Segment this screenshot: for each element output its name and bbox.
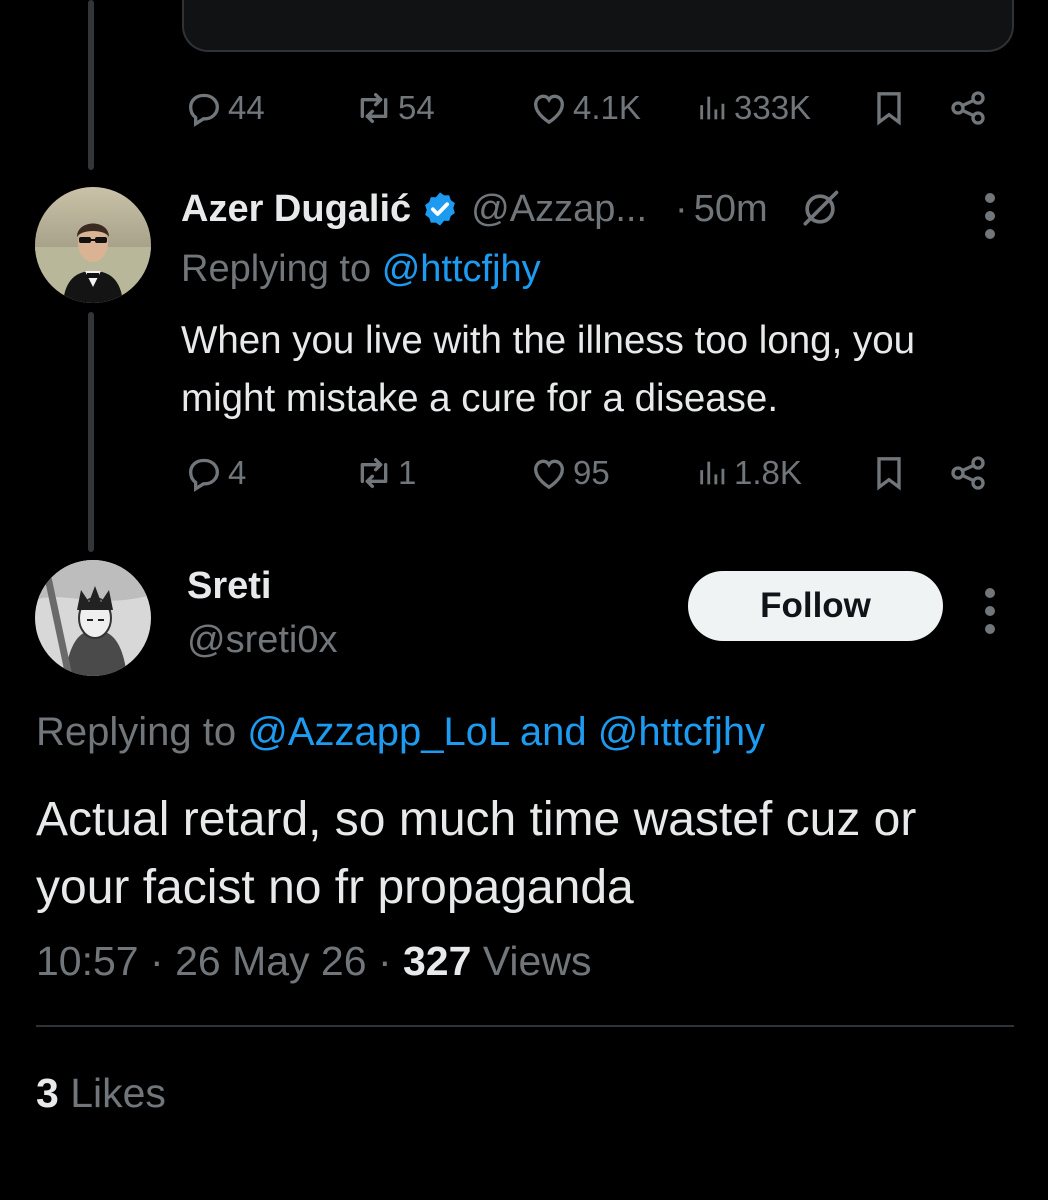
reply-button[interactable]: 44: [184, 85, 265, 131]
replying-to: Replying to @Azzapp_LoL and @httcfjhy: [36, 710, 765, 755]
reply-icon: [188, 458, 220, 492]
separator-dot: ·: [150, 938, 164, 984]
reply-button[interactable]: 4: [184, 450, 246, 496]
like-icon: [533, 94, 565, 125]
like-button[interactable]: 95: [529, 450, 610, 496]
repost-button[interactable]: 54: [354, 85, 435, 131]
like-count: 4.1K: [573, 89, 641, 126]
bookmark-button[interactable]: [869, 85, 909, 131]
share-button[interactable]: [948, 85, 988, 131]
author-handle[interactable]: @sreti0x: [187, 619, 338, 662]
views-count: 1.8K: [734, 454, 802, 491]
tweet-date[interactable]: 26 May 26: [175, 938, 366, 984]
repost-count: 54: [398, 89, 435, 126]
avatar-sreti-image: [35, 560, 151, 676]
follow-button[interactable]: Follow: [688, 571, 943, 641]
more-icon[interactable]: [984, 588, 996, 634]
avatar-sreti[interactable]: [35, 560, 151, 676]
views-icon: [700, 96, 725, 120]
share-icon: [951, 456, 985, 490]
quoted-tweet-card[interactable]: [182, 0, 1014, 52]
reply-count: 4: [228, 454, 247, 491]
views-button[interactable]: 1.8K: [696, 450, 802, 496]
mention-link[interactable]: @httcfjhy: [382, 248, 541, 290]
mention-and: and: [519, 710, 587, 754]
repost-icon: [360, 93, 388, 124]
replying-to: Replying to @httcfjhy: [181, 248, 541, 291]
reply-header: Azer Dugalić @Azzap... · 50m: [181, 182, 842, 236]
views-count: 327: [403, 938, 472, 984]
views-count: 333K: [734, 89, 812, 126]
bookmark-icon: [877, 92, 901, 126]
author-name[interactable]: Azer Dugalić: [181, 188, 411, 231]
reply-action-bar: 4 1 95 1.8K: [184, 450, 996, 496]
main-tweet-text: Actual retard, so much time wastef cuz o…: [36, 793, 917, 914]
like-count: 95: [573, 454, 610, 491]
author-name[interactable]: Sreti: [187, 565, 271, 608]
separator-dot: ·: [675, 187, 688, 230]
verified-badge-icon: [421, 190, 459, 228]
reply-count: 44: [228, 89, 265, 126]
views-icon: [700, 461, 725, 485]
share-icon: [951, 91, 985, 125]
avatar-azer-image: [35, 187, 151, 303]
bookmark-button[interactable]: [869, 450, 909, 496]
repost-icon: [360, 458, 388, 488]
replying-prefix: Replying to: [181, 248, 372, 290]
avatar-azer[interactable]: [35, 187, 151, 303]
parent-action-bar: 44 54 4.1K 333K: [184, 85, 996, 131]
divider: [36, 1025, 1014, 1027]
like-button[interactable]: 4.1K: [529, 85, 641, 131]
author-handle[interactable]: @Azzap...: [471, 188, 647, 231]
mention-link-1[interactable]: @Azzapp_LoL: [247, 710, 509, 754]
bookmark-icon: [877, 457, 901, 491]
repost-count: 1: [398, 454, 417, 491]
thread-line-bottom: [88, 312, 94, 552]
separator-dot: ·: [377, 938, 392, 984]
tweet-time[interactable]: 10:57: [36, 938, 139, 984]
grok-icon[interactable]: [798, 187, 842, 231]
repost-button[interactable]: 1: [354, 450, 416, 496]
share-button[interactable]: [948, 450, 988, 496]
likes-count: 3: [36, 1070, 59, 1116]
reply-text: When you live with the illness too long,…: [181, 319, 916, 420]
views-button[interactable]: 333K: [696, 85, 811, 131]
reply-icon: [188, 93, 220, 127]
likes-summary[interactable]: 3 Likes: [36, 1070, 166, 1117]
views-label: Views: [482, 938, 592, 984]
tweet-time[interactable]: 50m: [694, 188, 768, 231]
tweet-meta: 10:57 · 26 May 26 · 327 Views: [36, 938, 591, 985]
replying-prefix: Replying to: [36, 710, 237, 754]
thread-line-top: [88, 0, 94, 170]
more-icon[interactable]: [984, 193, 996, 239]
like-icon: [533, 459, 565, 490]
likes-label: Likes: [70, 1070, 166, 1116]
mention-link-2[interactable]: @httcfjhy: [598, 710, 765, 754]
